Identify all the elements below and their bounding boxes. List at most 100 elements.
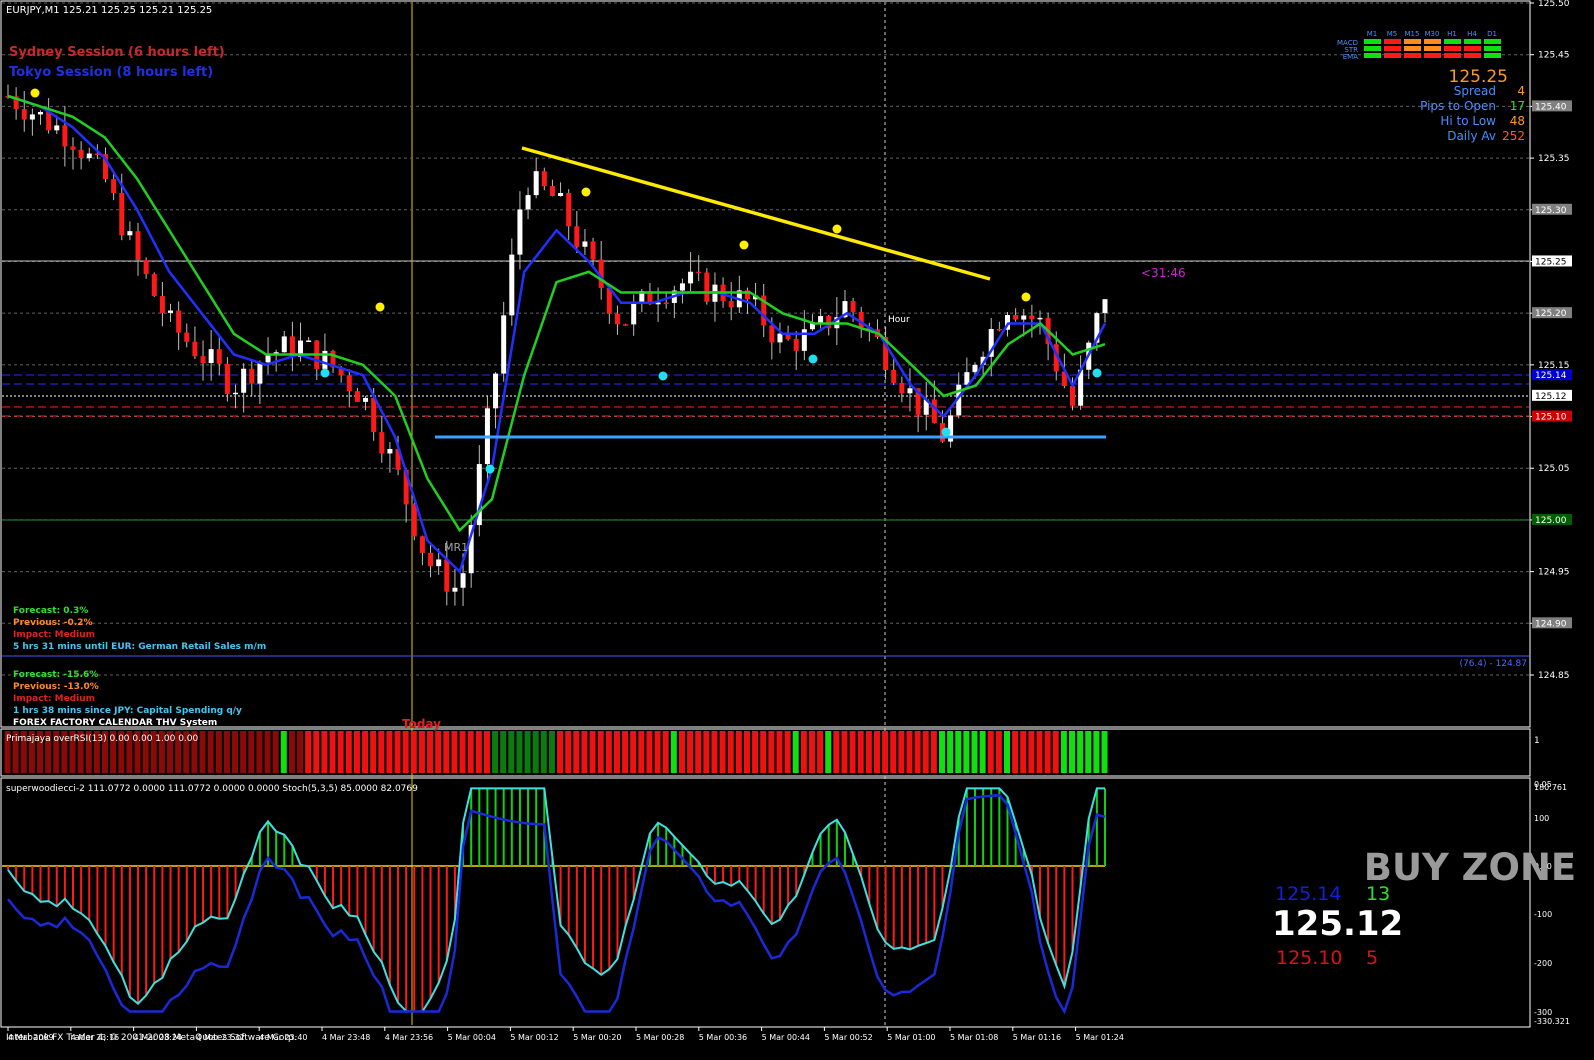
osc-axis-label: -200: [1534, 959, 1552, 968]
rsi-bar: [548, 731, 555, 773]
sydney-session: Sydney Session (6 hours left): [9, 45, 225, 60]
rsi-bar: [955, 731, 962, 773]
bear-candle: [419, 536, 425, 553]
mr1-label: MR1: [444, 541, 468, 554]
dailyav-label: Daily Av: [1447, 129, 1496, 143]
signal-cell: [1464, 53, 1481, 58]
rsi-bar: [898, 731, 905, 773]
price-tag-label: 125.30: [1535, 206, 1567, 216]
rsi-bar: [337, 731, 344, 773]
bull-candle: [1021, 315, 1027, 320]
fib-label: (76.4) - 124.87: [1459, 659, 1527, 669]
rsi-bar: [670, 731, 677, 773]
osc-title: superwoodiecci-2 111.0772 0.0000 111.077…: [6, 784, 418, 794]
rsi-bar: [727, 731, 734, 773]
bear-candle: [159, 296, 165, 313]
countdown-label: <31:46: [1141, 266, 1186, 280]
bull-candle: [582, 241, 588, 247]
fractal-down-dot: [808, 354, 818, 364]
bear-candle: [192, 341, 198, 357]
rsi-bar: [1060, 731, 1067, 773]
signal-cell: [1444, 39, 1461, 44]
price-axis: 125.50 125.45 125.40 125.35 125.30 125.25 125.…: [1530, 0, 1572, 681]
bull-candle: [436, 559, 442, 567]
fractal-down-dot: [1092, 368, 1102, 378]
signal-cell: [1364, 46, 1381, 51]
pips-value: 17: [1510, 99, 1525, 113]
bear-candle: [119, 192, 125, 236]
bear-candle: [1013, 315, 1019, 320]
mt4-chart[interactable]: 180.7611000.00-100-200-300-330.321 125.5…: [0, 0, 1594, 1060]
bear-candle: [371, 397, 377, 433]
bear-candle: [996, 328, 1002, 331]
main-chart-frame: [0, 0, 1531, 728]
rsi-bar: [435, 731, 442, 773]
rsi-bar: [557, 731, 564, 773]
bear-candle: [21, 109, 27, 120]
rsi-bar: [752, 731, 759, 773]
rsi-bar: [695, 731, 702, 773]
signal-cell: [1384, 46, 1401, 51]
today-label: Today: [402, 717, 441, 731]
bull-candle: [38, 111, 44, 115]
fractal-down-dot: [320, 368, 330, 378]
rsi-bar: [857, 731, 864, 773]
time-label: 5 Mar 00:52: [824, 1033, 872, 1042]
rsi-bar: [947, 731, 954, 773]
bear-candle: [850, 301, 856, 312]
bear-candle: [899, 382, 905, 394]
price-tag-label: 125.25: [1535, 257, 1567, 267]
osc-axis-label: 100: [1534, 814, 1549, 823]
bull-candle: [1102, 299, 1108, 314]
hour-label: Hour: [888, 315, 910, 325]
time-label: 4 Mar 23:56: [385, 1033, 433, 1042]
bear-candle: [78, 149, 84, 159]
signal-cell: [1464, 39, 1481, 44]
bull-candle: [233, 392, 239, 395]
bull-candle: [688, 271, 694, 284]
rsi-bar: [443, 731, 450, 773]
timeframe-label: M30: [1425, 30, 1440, 38]
rsi-bar: [565, 731, 572, 773]
bear-candle: [70, 146, 76, 150]
price-tag-label: 125.14: [1535, 371, 1567, 381]
rsi-bar: [930, 731, 937, 773]
rsi-bar: [256, 731, 263, 773]
axis-tick-label: 124.95: [1538, 568, 1570, 578]
signal-cell: [1384, 39, 1401, 44]
rsi-bar: [914, 731, 921, 773]
rsi-bar: [353, 731, 360, 773]
bull-candle: [306, 340, 312, 343]
rsi-bar: [459, 731, 466, 773]
moving-averages: [7, 94, 1107, 574]
rsi-bar: [979, 731, 986, 773]
rsi-bar: [613, 731, 620, 773]
rsi-bar: [784, 731, 791, 773]
jpy-impact: Impact: Medium: [13, 694, 95, 704]
time-label: 5 Mar 01:08: [950, 1033, 998, 1042]
rsi-bar: [345, 731, 352, 773]
fractal-up-dot: [30, 88, 40, 98]
bear-candle: [614, 313, 620, 325]
rsi-bar: [1003, 731, 1010, 773]
news-block: Forecast: 0.3% Previous: -0.2% Impact: M…: [13, 606, 266, 728]
bear-candle: [891, 370, 897, 383]
bear-candle: [62, 125, 68, 147]
time-label: 5 Mar 01:24: [1076, 1033, 1124, 1042]
rsi-bar: [833, 731, 840, 773]
rsi-bar: [817, 731, 824, 773]
bear-candle: [46, 111, 52, 131]
cci-line: [7, 787, 1105, 1013]
bull-candle: [558, 192, 564, 196]
fractal-down-dot: [658, 371, 668, 381]
buy-zone-label: BUY ZONE: [1364, 846, 1576, 889]
price-tag-label: 125.20: [1535, 309, 1567, 319]
signal-cell: [1404, 39, 1421, 44]
rsi-bar: [573, 731, 580, 773]
axis-tick-label: 125.35: [1538, 154, 1570, 164]
signal-cell: [1444, 46, 1461, 51]
rsi-bar: [841, 731, 848, 773]
bull-candle: [281, 336, 287, 353]
timeframe-label: D1: [1487, 30, 1497, 38]
rsi-bar: [719, 731, 726, 773]
